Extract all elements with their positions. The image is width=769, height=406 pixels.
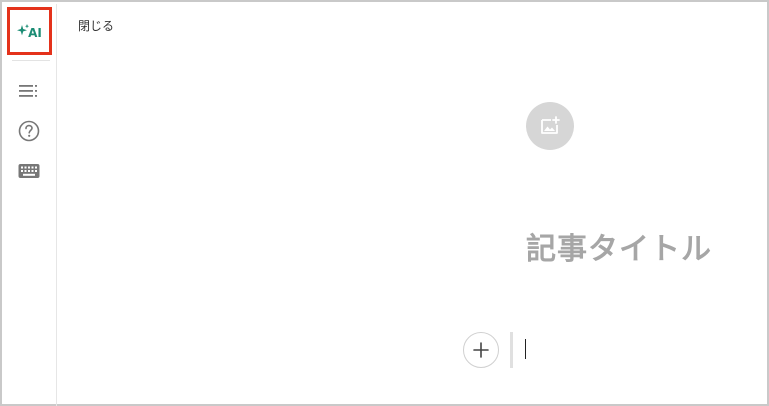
article-title-input[interactable]: 記事タイトル — [526, 224, 712, 268]
add-block-button[interactable] — [463, 332, 499, 368]
sidebar-divider — [12, 60, 50, 61]
help-icon — [18, 120, 40, 142]
close-button[interactable]: 閉じる — [78, 17, 114, 34]
table-of-contents-icon — [19, 85, 37, 97]
editor-window: AI 閉じる 記事タイトル — [0, 0, 769, 406]
ai-label: AI — [28, 26, 42, 40]
plus-icon — [473, 342, 489, 358]
add-image-icon — [541, 116, 560, 134]
add-header-image-button[interactable] — [526, 102, 574, 150]
help-button[interactable] — [16, 118, 42, 144]
body-text-caret[interactable] — [525, 339, 526, 359]
table-of-contents-button[interactable] — [16, 78, 42, 104]
ai-assistant-button[interactable]: AI — [7, 7, 52, 55]
keyboard-icon — [18, 164, 40, 178]
sidebar: AI — [4, 4, 57, 406]
block-indicator — [510, 332, 513, 368]
keyboard-shortcuts-button[interactable] — [16, 158, 42, 184]
